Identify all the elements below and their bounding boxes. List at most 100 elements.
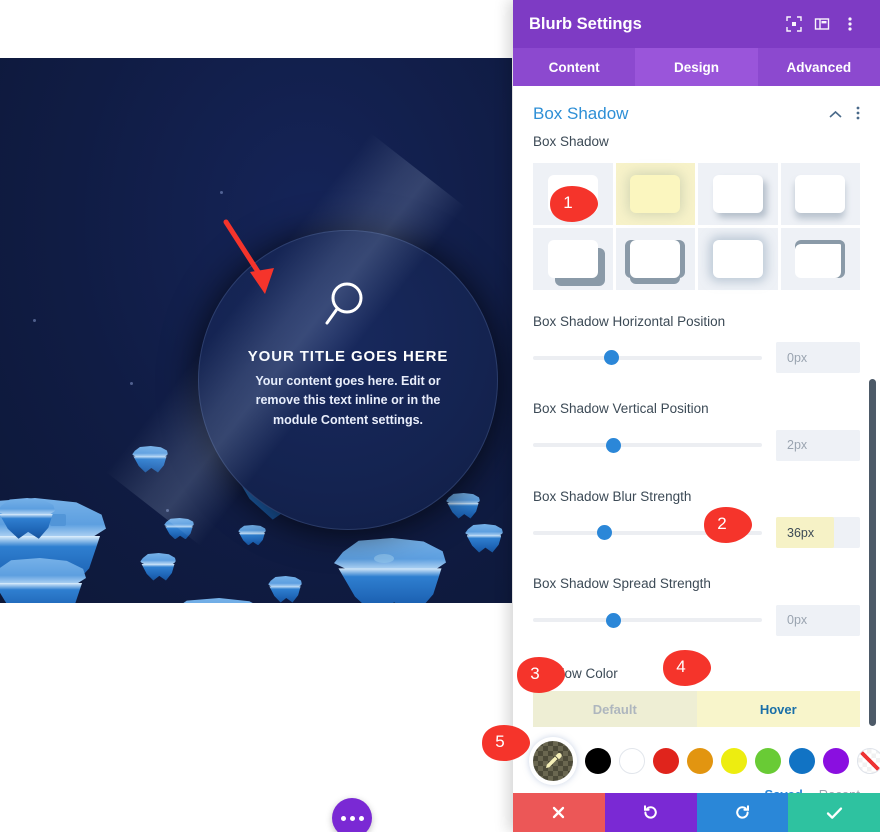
website-preview-canvas[interactable]: YOUR TITLE GOES HERE Your content goes h… — [0, 58, 512, 603]
horizontal-position-slider[interactable] — [533, 349, 762, 367]
iceberg — [163, 598, 271, 603]
sparkle — [33, 319, 36, 322]
shadow-color-state-toggle[interactable]: Default Hover — [533, 691, 860, 728]
swatch-white[interactable] — [619, 748, 645, 775]
sparkle — [166, 509, 169, 512]
swatch-red[interactable] — [653, 748, 679, 775]
layout-icon[interactable] — [808, 10, 836, 38]
panel-title: Blurb Settings — [529, 14, 642, 33]
vertical-position-input[interactable]: 2px — [776, 429, 860, 461]
iceberg — [140, 553, 176, 581]
slider-knob[interactable] — [603, 350, 619, 366]
tab-advanced[interactable]: Advanced — [758, 48, 880, 86]
field-label: Box Shadow Horizontal Position — [533, 313, 726, 329]
iceberg — [0, 498, 55, 539]
horizontal-position-value-wrap: 0px — [776, 342, 860, 374]
vertical-position-slider[interactable] — [533, 436, 762, 454]
spread-strength-row[interactable]: 0px — [513, 604, 880, 636]
blur-strength-field: Box Shadow Blur Strength — [513, 487, 880, 507]
undo-button[interactable] — [604, 793, 697, 832]
panel-header: Blurb Settings — [513, 0, 880, 48]
callout-number: 3 — [530, 664, 540, 683]
blurb-body: Your content goes here. Edit or remove t… — [255, 374, 441, 427]
blur-strength-value-wrap: 36px — [776, 517, 860, 549]
field-label: Box Shadow Spread Strength — [533, 576, 711, 592]
page-settings-fab[interactable] — [332, 798, 372, 832]
chevron-up-icon[interactable] — [829, 107, 842, 122]
slider-knob[interactable] — [606, 437, 622, 453]
swatch-blue[interactable] — [789, 748, 815, 775]
slider-track — [533, 355, 762, 360]
magnifier-icon — [321, 278, 375, 332]
panel-tabs[interactable]: Content Design Advanced — [513, 48, 880, 86]
panel-action-bar[interactable] — [513, 793, 880, 832]
eyedropper-icon[interactable] — [533, 741, 573, 782]
tab-design[interactable]: Design — [635, 48, 758, 86]
slider-track — [533, 443, 762, 448]
preset-soft-glow[interactable] — [615, 162, 695, 225]
iceberg — [238, 525, 266, 546]
vertical-position-row[interactable]: 2px — [513, 429, 880, 461]
swatch-green[interactable] — [755, 748, 781, 775]
blurb-settings-panel[interactable]: Blurb Settings Content Design Advanced B… — [513, 0, 880, 832]
iceberg — [268, 576, 302, 603]
blur-strength-input[interactable]: 36px — [776, 517, 834, 549]
slider-knob[interactable] — [597, 525, 613, 541]
swatch-orange[interactable] — [687, 748, 713, 775]
slider-track — [533, 618, 762, 623]
iceberg — [446, 493, 480, 519]
horizontal-position-input[interactable]: 0px — [776, 342, 860, 374]
expand-icon[interactable] — [780, 10, 808, 38]
spread-strength-input[interactable]: 0px — [776, 604, 860, 636]
callout-number: 2 — [717, 514, 727, 533]
box-shadow-preset-grid[interactable] — [513, 162, 880, 290]
horizontal-position-field: Box Shadow Horizontal Position — [513, 312, 880, 332]
callout-5: 5 — [478, 723, 532, 763]
dot — [358, 815, 364, 821]
callout-3: 3 — [513, 655, 567, 695]
preset-bottom[interactable] — [780, 162, 860, 225]
kebab-menu-icon[interactable] — [856, 106, 860, 123]
callout-number: 1 — [563, 193, 573, 212]
blur-strength-row[interactable]: 36px — [513, 517, 880, 549]
iceberg — [132, 446, 168, 473]
field-label: Box Shadow Vertical Position — [533, 401, 709, 417]
horizontal-position-row[interactable]: 0px — [513, 342, 880, 374]
swatch-none[interactable] — [857, 748, 880, 775]
iceberg — [465, 524, 503, 553]
redo-button[interactable] — [696, 793, 789, 832]
save-button[interactable] — [788, 793, 880, 832]
field-label: Box Shadow — [533, 134, 609, 149]
shadow-color-default-tab[interactable]: Default — [533, 691, 697, 728]
preset-blur-outer[interactable] — [698, 227, 778, 290]
callout-number: 5 — [495, 732, 505, 751]
annotation-arrow — [218, 216, 288, 307]
panel-scrollbar[interactable] — [869, 379, 876, 726]
swatch-black[interactable] — [585, 748, 611, 775]
swatch-yellow[interactable] — [721, 748, 747, 775]
preset-inset-top[interactable] — [780, 227, 860, 290]
preset-outline-bottom[interactable] — [615, 227, 695, 290]
cancel-button[interactable] — [513, 793, 605, 832]
box-shadow-preset-field: Box Shadow — [513, 132, 880, 152]
spread-strength-slider[interactable] — [533, 611, 762, 629]
blurb-title: YOUR TITLE GOES HERE — [247, 348, 449, 365]
callout-2: 2 — [700, 505, 754, 545]
dot — [340, 815, 346, 821]
spread-strength-value-wrap: 0px — [776, 604, 860, 636]
sparkle — [130, 382, 133, 385]
preset-hard-offset[interactable] — [533, 227, 613, 290]
kebab-menu-icon[interactable] — [836, 10, 864, 38]
tab-content[interactable]: Content — [513, 48, 635, 86]
callout-1: 1 — [546, 184, 600, 224]
sparkle — [220, 191, 223, 194]
vertical-position-value-wrap: 2px — [776, 429, 860, 461]
iceberg — [334, 538, 446, 603]
swatch-purple[interactable] — [823, 748, 849, 775]
box-shadow-section-header[interactable]: Box Shadow — [513, 86, 880, 132]
slider-knob[interactable] — [606, 612, 622, 628]
shadow-color-hover-tab[interactable]: Hover — [696, 691, 860, 728]
preset-bottom-right[interactable] — [698, 162, 778, 225]
spread-strength-field: Box Shadow Spread Strength — [513, 574, 880, 594]
color-swatch-row[interactable] — [513, 727, 880, 782]
